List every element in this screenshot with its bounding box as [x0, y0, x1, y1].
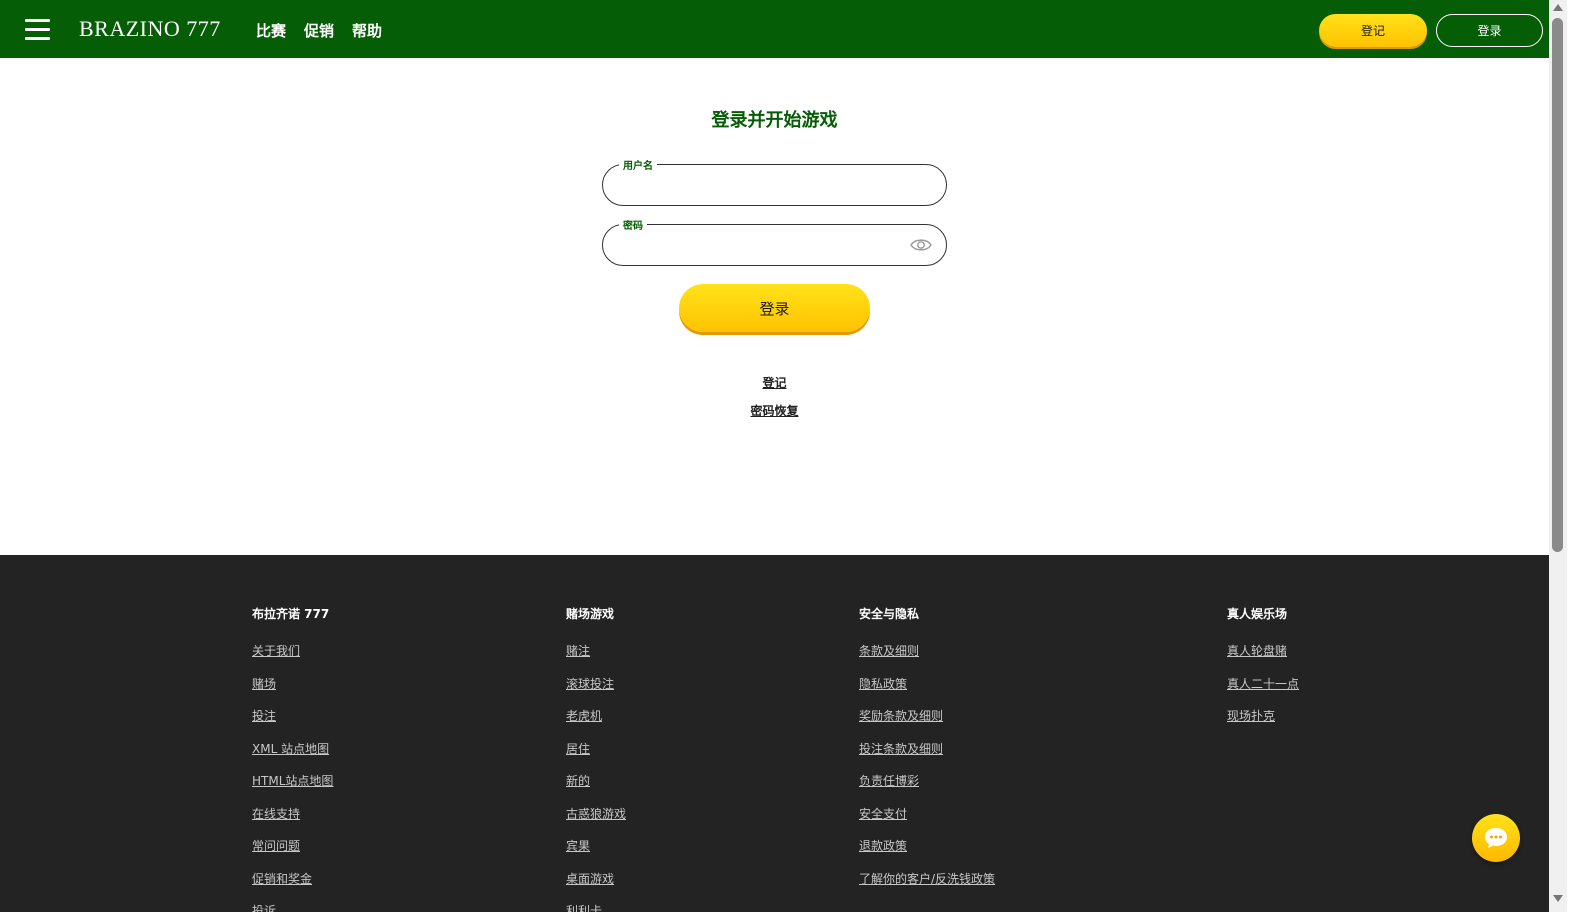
scroll-thumb[interactable]	[1552, 18, 1563, 552]
footer-link[interactable]: 赌场	[252, 677, 333, 710]
password-input[interactable]	[621, 235, 901, 255]
footer-link[interactable]: 真人轮盘赌	[1227, 644, 1299, 677]
top-header: BRAZINO 777 比赛 促销 帮助 登记 登录	[0, 0, 1549, 58]
eye-icon[interactable]	[910, 237, 932, 253]
footer-link[interactable]: 隐私政策	[859, 677, 995, 710]
nav-item-promotions[interactable]: 促销	[304, 20, 334, 41]
chat-button[interactable]	[1472, 814, 1520, 862]
footer-link[interactable]: 古惑狼游戏	[566, 807, 626, 840]
footer-column-title: 安全与隐私	[859, 607, 920, 621]
footer-link[interactable]: 了解你的客户/反洗钱政策	[859, 872, 995, 905]
submit-login-button[interactable]: 登录	[679, 284, 870, 332]
register-link[interactable]: 登记	[762, 376, 786, 390]
scrollbar[interactable]	[1549, 0, 1567, 912]
login-title: 登录并开始游戏	[711, 110, 838, 131]
footer-link[interactable]: 赌注	[566, 644, 626, 677]
footer-link[interactable]: 常问问题	[252, 839, 333, 872]
footer-link[interactable]: 现场扑克	[1227, 709, 1299, 742]
footer-column-security: 安全与隐私 条款及细则 隐私政策 奖励条款及细则 投注条款及细则 负责任博彩 安…	[859, 605, 995, 904]
chat-icon	[1485, 828, 1507, 848]
register-button[interactable]: 登记	[1319, 14, 1427, 47]
brand-logo[interactable]: BRAZINO 777	[79, 16, 221, 42]
password-recovery-link[interactable]: 密码恢复	[750, 404, 798, 418]
username-label: 用户名	[619, 157, 657, 172]
register-link-row: 登记	[0, 374, 1549, 391]
footer-link[interactable]: 奖励条款及细则	[859, 709, 995, 742]
footer-link[interactable]: 促销和奖金	[252, 872, 333, 905]
menu-icon[interactable]	[25, 19, 50, 40]
footer-link[interactable]: 居住	[566, 742, 626, 775]
footer-link[interactable]: 老虎机	[566, 709, 626, 742]
footer-link[interactable]: HTML站点地图	[252, 774, 333, 807]
footer-link[interactable]: XML 站点地图	[252, 742, 333, 775]
footer-link[interactable]: 利利卡	[566, 904, 626, 912]
footer-link[interactable]: 宾果	[566, 839, 626, 872]
recover-link-row: 密码恢复	[0, 402, 1549, 419]
footer-link[interactable]: 条款及细则	[859, 644, 995, 677]
footer-link[interactable]: 新的	[566, 774, 626, 807]
footer-link[interactable]: 在线支持	[252, 807, 333, 840]
username-field[interactable]: 用户名	[602, 157, 947, 206]
footer-column-title: 布拉齐诺 777	[252, 607, 330, 621]
footer-link[interactable]: 关于我们	[252, 644, 333, 677]
footer: 布拉齐诺 777 关于我们 赌场 投注 XML 站点地图 HTML站点地图 在线…	[0, 555, 1549, 912]
footer-column-title: 真人娱乐场	[1227, 607, 1288, 621]
password-label: 密码	[619, 217, 647, 232]
footer-link[interactable]: 桌面游戏	[566, 872, 626, 905]
main-nav: 比赛 促销 帮助	[256, 20, 400, 41]
username-input[interactable]	[621, 175, 901, 195]
nav-item-matches[interactable]: 比赛	[256, 20, 286, 41]
footer-link[interactable]: 滚球投注	[566, 677, 626, 710]
nav-item-help[interactable]: 帮助	[352, 20, 382, 41]
login-button[interactable]: 登录	[1436, 14, 1543, 47]
footer-link[interactable]: 投注	[252, 709, 333, 742]
footer-column-brazino: 布拉齐诺 777 关于我们 赌场 投注 XML 站点地图 HTML站点地图 在线…	[252, 605, 333, 912]
footer-link[interactable]: 真人二十一点	[1227, 677, 1299, 710]
password-field[interactable]: 密码	[602, 217, 947, 266]
scroll-down-arrow-icon[interactable]	[1553, 895, 1563, 902]
scroll-up-arrow-icon[interactable]	[1553, 4, 1563, 11]
footer-column-title: 赌场游戏	[566, 607, 615, 621]
footer-column-live-casino: 真人娱乐场 真人轮盘赌 真人二十一点 现场扑克	[1227, 605, 1299, 742]
footer-link[interactable]: 投诉	[252, 904, 333, 912]
footer-link[interactable]: 负责任博彩	[859, 774, 995, 807]
footer-link[interactable]: 投注条款及细则	[859, 742, 995, 775]
footer-column-casino-games: 赌场游戏 赌注 滚球投注 老虎机 居住 新的 古惑狼游戏 宾果 桌面游戏 利利卡	[566, 605, 626, 912]
footer-link[interactable]: 安全支付	[859, 807, 995, 840]
footer-link[interactable]: 退款政策	[859, 839, 995, 872]
